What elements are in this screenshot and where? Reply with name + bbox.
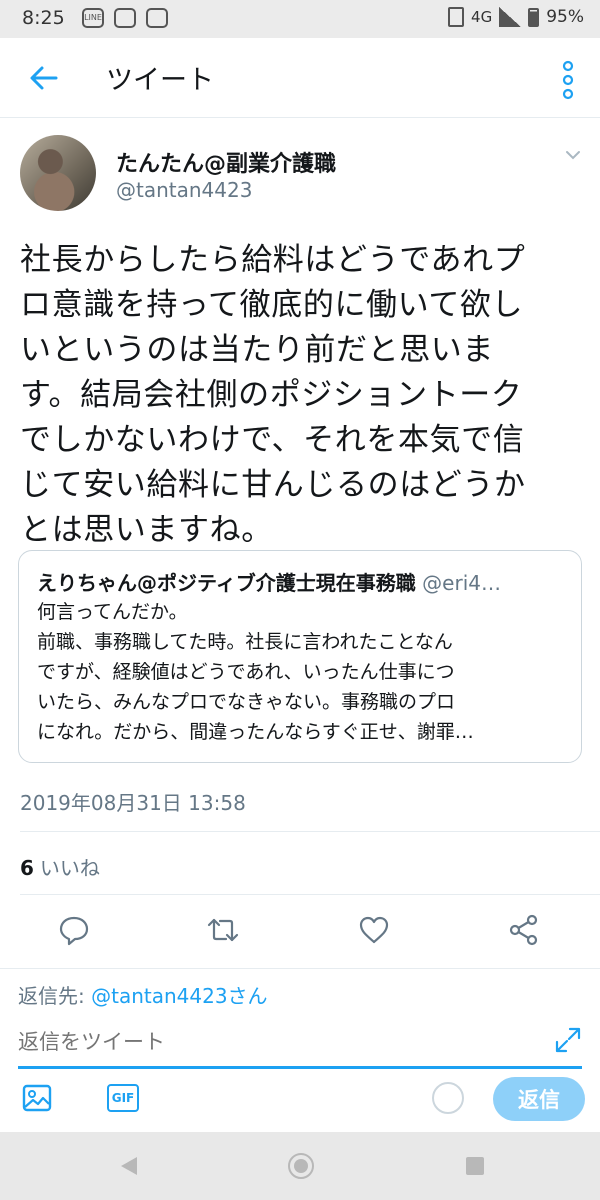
- retweet-button[interactable]: [205, 912, 241, 948]
- quoted-tweet-text: 何言ってんだか。 前職、事務職してた時。社長に言われたことなん ですが、経験値は…: [37, 597, 569, 747]
- quoted-text-line: 前職、事務職してた時。社長に言われたことなん: [37, 631, 453, 653]
- reply-to-line: 返信先: @tantan4423さん: [18, 980, 268, 1009]
- system-back-button[interactable]: [117, 1154, 141, 1178]
- network-type: 4G: [471, 8, 493, 26]
- likes-summary[interactable]: 6 いいね: [20, 852, 100, 881]
- likes-count: 6: [20, 856, 34, 880]
- add-photo-button[interactable]: [22, 1083, 52, 1113]
- square-recents-icon: [466, 1157, 484, 1175]
- character-counter: [432, 1082, 464, 1114]
- share-button[interactable]: [506, 912, 542, 948]
- expand-composer-button[interactable]: [554, 1026, 582, 1054]
- expand-icon: [555, 1027, 581, 1053]
- quoted-tweet[interactable]: えりちゃん@ポジティブ介護士現在事務職 @eri4… 何言ってんだか。 前職、事…: [18, 550, 582, 763]
- tweet-text-line: とは思いますね。: [20, 512, 273, 548]
- reply-button[interactable]: [56, 912, 92, 948]
- input-underline: [18, 1066, 582, 1069]
- quoted-author-handle: @eri4…: [422, 571, 501, 595]
- tweet-text-line: ロ意識を持って徹底的に働いて欲し: [20, 287, 524, 323]
- tweet-text-line: いというのは当たり前だと思いま: [20, 332, 494, 368]
- share-icon: [509, 914, 538, 946]
- system-nav-bar: [0, 1132, 600, 1200]
- quoted-text-line: になれ。だから、間違ったんならすぐ正せ、謝罪…: [37, 721, 474, 743]
- retweet-icon: [207, 918, 239, 942]
- divider: [20, 831, 600, 832]
- quoted-text-line: ですが、経験値はどうであれ、いったん仕事につ: [37, 661, 455, 683]
- status-time: 8:25: [22, 7, 65, 29]
- tweet-text-line: じて安い給料に甘んじるのはどうか: [20, 467, 526, 503]
- page-title: ツイート: [106, 65, 214, 96]
- system-home-button[interactable]: [287, 1152, 315, 1180]
- quoted-author-name: えりちゃん@ポジティブ介護士現在事務職: [37, 571, 416, 595]
- quoted-text-line: いたら、みんなプロでなきゃない。事務職のプロ: [37, 691, 456, 713]
- triangle-back-icon: [121, 1157, 137, 1175]
- image-icon: [22, 1084, 52, 1112]
- tweet-timestamp: 2019年08月31日 13:58: [20, 791, 246, 815]
- home-circle-icon: [288, 1153, 314, 1179]
- vibrate-icon: [448, 7, 465, 27]
- more-vertical-icon: [562, 60, 574, 100]
- tweet-text-line: 社長からしたら給料はどうであれプ: [20, 242, 526, 278]
- like-button[interactable]: [356, 912, 392, 948]
- photo-icon: [146, 8, 168, 28]
- signal-icon: [499, 7, 522, 27]
- battery-percent: 95%: [546, 7, 584, 27]
- tweet-text-line: でしかないわけで、それを本気で信: [20, 422, 525, 458]
- quoted-tweet-header: えりちゃん@ポジティブ介護士現在事務職 @eri4…: [37, 567, 567, 596]
- reply-icon: [59, 916, 89, 946]
- reply-submit-button[interactable]: 返信: [493, 1077, 585, 1121]
- app-header: ツイート: [0, 38, 600, 118]
- author-handle[interactable]: @tantan4423: [116, 178, 252, 202]
- reply-to-handle[interactable]: @tantan4423さん: [91, 984, 267, 1008]
- author-name[interactable]: たんたん@副業介護職: [116, 146, 336, 178]
- avatar[interactable]: [20, 135, 96, 211]
- coffee-icon: [114, 8, 136, 28]
- gif-button[interactable]: GIF: [107, 1084, 139, 1112]
- reply-input[interactable]: [18, 1027, 538, 1057]
- likes-label: いいね: [39, 856, 100, 880]
- divider: [20, 894, 600, 895]
- chevron-down-icon: [566, 151, 580, 160]
- tweet-menu-button[interactable]: [563, 145, 583, 165]
- back-button[interactable]: [26, 60, 62, 96]
- like-icon: [359, 916, 389, 944]
- system-recent-apps-button[interactable]: [463, 1154, 487, 1178]
- arrow-left-icon: [30, 66, 58, 90]
- reply-to-prefix: 返信先:: [18, 984, 92, 1008]
- status-bar: 8:25 LINE 4G 95%: [0, 0, 600, 38]
- more-options-button[interactable]: [558, 60, 578, 100]
- quoted-text-line: 何言ってんだか。: [37, 601, 188, 623]
- divider: [0, 968, 600, 969]
- tweet-text-line: す。結局会社側のポジショントーク: [20, 377, 523, 413]
- line-icon: LINE: [82, 8, 104, 28]
- battery-icon: [528, 7, 540, 27]
- tweet-text: 社長からしたら給料はどうであれプ ロ意識を持って徹底的に働いて欲し いというのは…: [20, 238, 586, 553]
